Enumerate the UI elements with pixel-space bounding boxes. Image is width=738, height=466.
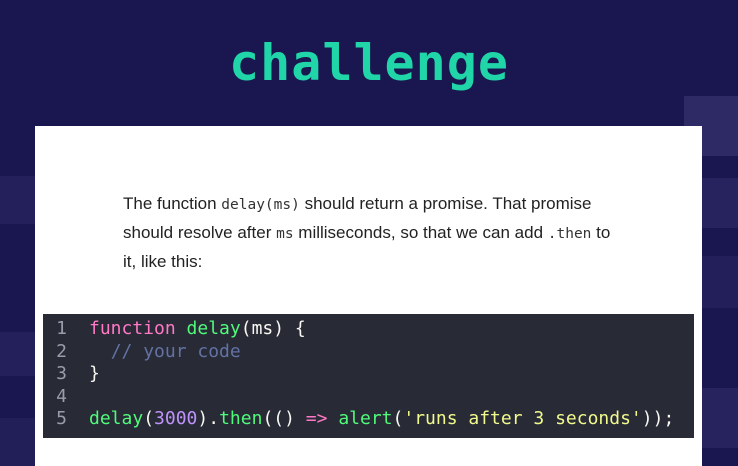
- line-number: 3: [56, 363, 67, 384]
- page-title: challenge: [229, 34, 509, 92]
- code-line: 5 delay(3000).then(() => alert('runs afte…: [43, 408, 694, 431]
- line-number: 4: [56, 385, 67, 407]
- background-stripe: [702, 178, 738, 228]
- code-block[interactable]: 1 function delay(ms) { 2 // your code 3} …: [43, 314, 694, 438]
- background-stripe: [0, 418, 35, 466]
- code-text: ).: [197, 408, 220, 429]
- code-text: (: [143, 408, 155, 429]
- code-operator: =>: [305, 408, 328, 429]
- code-function-name: delay: [186, 318, 241, 339]
- description-text: The function: [123, 194, 222, 213]
- code-number: 3000: [154, 408, 198, 429]
- inline-code: ms: [276, 226, 294, 242]
- inline-code: delay(ms): [221, 197, 300, 213]
- code-line: 4: [43, 386, 694, 409]
- code-keyword: function: [89, 318, 176, 339]
- code-text: (: [392, 408, 404, 429]
- description-text: milliseconds, so that we can add: [293, 223, 548, 242]
- background-stripe: [0, 332, 35, 376]
- code-text: ));: [641, 408, 675, 429]
- code-string: 'runs after 3 seconds': [403, 408, 642, 429]
- background-stripe: [702, 256, 738, 308]
- code-line: 1 function delay(ms) {: [43, 318, 694, 341]
- code-text: ((): [262, 408, 306, 429]
- code-function-name: then: [219, 408, 263, 429]
- line-number: 2: [56, 340, 67, 362]
- code-line: 3}: [43, 363, 694, 386]
- code-text: }: [89, 363, 100, 384]
- code-function-name: delay: [89, 408, 144, 429]
- challenge-description: The function delay(ms) should return a p…: [123, 190, 623, 275]
- content-card: The function delay(ms) should return a p…: [35, 126, 702, 466]
- inline-code: .then: [547, 226, 592, 242]
- code-comment: // your code: [110, 340, 241, 362]
- code-text: (ms) {: [240, 318, 306, 339]
- background-stripe: [702, 388, 738, 448]
- line-number: 1: [56, 318, 67, 339]
- line-number: 5: [56, 408, 67, 429]
- background-stripe: [0, 176, 35, 224]
- code-line: 2 // your code: [43, 341, 694, 364]
- code-function-name: alert: [338, 408, 393, 429]
